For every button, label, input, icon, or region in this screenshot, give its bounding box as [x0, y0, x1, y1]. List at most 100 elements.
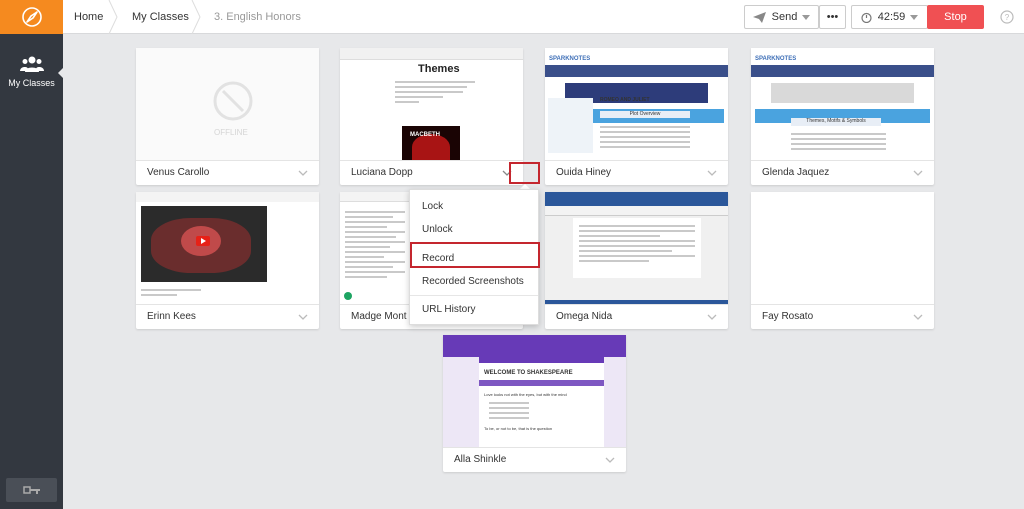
help-icon[interactable]: ? [1000, 10, 1014, 24]
screen-thumbnail: Themes MACBETH [340, 48, 523, 160]
chevron-down-icon[interactable] [912, 311, 924, 323]
breadcrumb-my-classes[interactable]: My Classes [132, 0, 189, 34]
sn-text-lines [600, 123, 690, 151]
chevron-down-icon[interactable] [604, 454, 616, 466]
student-name: Madge Mont [351, 311, 407, 322]
app-logo[interactable] [0, 0, 63, 34]
screen-thumbnail [136, 192, 319, 304]
student-tile[interactable]: WELCOME TO SHAKESPEARE Love looks not wi… [443, 335, 626, 472]
breadcrumb-separator-icon [191, 0, 201, 34]
student-name: Fay Rosato [762, 311, 814, 322]
student-tile[interactable]: OFFLINE Venus Carollo [136, 48, 319, 185]
form-card: WELCOME TO SHAKESPEARE Love looks not wi… [479, 357, 604, 447]
sparknotes-brand: SPARKNOTES [549, 56, 591, 62]
tile-footer: Omega Nida [545, 304, 728, 329]
chat-icon [344, 292, 352, 300]
breadcrumb-separator-icon [108, 0, 118, 34]
stop-label: Stop [944, 11, 967, 23]
chevron-down-icon[interactable] [297, 167, 309, 179]
student-tile[interactable]: Fay Rosato [751, 192, 934, 329]
send-icon [752, 11, 766, 23]
word-page [573, 218, 701, 278]
tile-footer: Erinn Kees [136, 304, 319, 329]
send-label: Send [771, 11, 798, 23]
users-icon [19, 56, 44, 72]
form-options [479, 397, 539, 424]
highlighted-record-item [410, 242, 540, 268]
student-tile[interactable]: Omega Nida [545, 192, 728, 329]
form-question-2: To be, or not to be, that is the questio… [484, 426, 553, 431]
highlighted-dropdown-toggle[interactable] [509, 162, 540, 184]
key-icon [22, 486, 40, 494]
send-button[interactable]: Send [744, 5, 819, 29]
search-results [345, 208, 405, 281]
student-tile[interactable]: SPARKNOTES ROMEO AND JULIET Plot Overvie… [545, 48, 728, 185]
timer-value: 42:59 [877, 11, 906, 23]
menu-divider [410, 295, 538, 296]
chevron-down-icon[interactable] [297, 311, 309, 323]
tile-footer: Fay Rosato [751, 304, 934, 329]
docs-toolbar [340, 48, 523, 60]
sidebar: My Classes [0, 0, 63, 509]
video-player [141, 206, 267, 282]
macbeth-title: MACBETH [410, 132, 440, 138]
tile-footer: Glenda Jaquez [751, 160, 934, 185]
play-icon [196, 236, 210, 246]
sparknotes-brand: SPARKNOTES [755, 56, 797, 62]
screen-thumbnail [751, 192, 934, 304]
student-name: Glenda Jaquez [762, 167, 830, 178]
screen-thumbnail [545, 192, 728, 304]
chevron-down-icon [910, 14, 919, 20]
chevron-down-icon [802, 14, 811, 20]
video-meta [141, 286, 201, 299]
screen-thumbnail: WELCOME TO SHAKESPEARE Love looks not wi… [443, 335, 626, 447]
student-tile[interactable]: Themes MACBETH Luciana Dopp [340, 48, 523, 185]
menu-item-unlock[interactable]: Unlock [422, 224, 453, 235]
student-name: Omega Nida [556, 311, 613, 322]
sn-section: Plot Overview [600, 111, 690, 118]
topbar: Home My Classes 3. English Honors Send •… [63, 0, 1024, 34]
student-tile[interactable]: SPARKNOTES Themes, Motifs & Symbols Glen… [751, 48, 934, 185]
screen-thumbnail: SPARKNOTES Themes, Motifs & Symbols [751, 48, 934, 160]
sn-ad-banner [771, 83, 914, 103]
menu-item-url-history[interactable]: URL History [422, 304, 476, 315]
stop-button[interactable]: Stop [927, 5, 984, 29]
offline-label: OFFLINE [214, 128, 248, 137]
sn-contents [548, 98, 593, 153]
sn-text-lines [791, 130, 886, 153]
tile-footer: Venus Carollo [136, 160, 319, 185]
breadcrumb-home[interactable]: Home [74, 0, 103, 34]
menu-item-lock[interactable]: Lock [422, 201, 443, 212]
compass-logo-icon [21, 7, 42, 27]
doc-heading: Themes [418, 63, 460, 75]
form-title: WELCOME TO SHAKESPEARE [484, 370, 573, 376]
screen-thumbnail: SPARKNOTES ROMEO AND JULIET Plot Overvie… [545, 48, 728, 160]
more-options-button[interactable]: ••• [819, 5, 846, 29]
student-name: Ouida Hiney [556, 167, 612, 178]
active-indicator [58, 68, 63, 78]
timer-icon [861, 12, 872, 23]
student-name: Venus Carollo [147, 167, 210, 178]
form-question-1: Love looks not with the eyes, but with t… [484, 392, 567, 397]
chevron-down-icon[interactable] [912, 167, 924, 179]
menu-item-recorded-screenshots[interactable]: Recorded Screenshots [422, 276, 524, 287]
chevron-down-icon[interactable] [706, 167, 718, 179]
sidebar-item-label: My Classes [8, 78, 55, 88]
sn-section: Themes, Motifs & Symbols [791, 118, 881, 126]
more-label: ••• [826, 11, 839, 23]
sn-title: ROMEO AND JULIET [600, 97, 650, 103]
sn-nav [545, 65, 728, 77]
macbeth-image: MACBETH [402, 126, 460, 160]
sidebar-item-my-classes[interactable]: My Classes [0, 56, 63, 88]
student-tile[interactable]: Erinn Kees [136, 192, 319, 329]
screen-thumbnail: OFFLINE [136, 48, 319, 160]
offline-icon [213, 81, 253, 121]
tile-footer: Ouida Hiney [545, 160, 728, 185]
breadcrumb-current: 3. English Honors [214, 11, 301, 23]
collapse-sidebar-button[interactable] [6, 478, 57, 502]
word-text [573, 218, 701, 269]
chevron-down-icon[interactable] [706, 311, 718, 323]
timer-button[interactable]: 42:59 [851, 5, 928, 29]
tile-footer: Luciana Dopp [340, 160, 523, 185]
doc-text-lines [395, 78, 475, 106]
